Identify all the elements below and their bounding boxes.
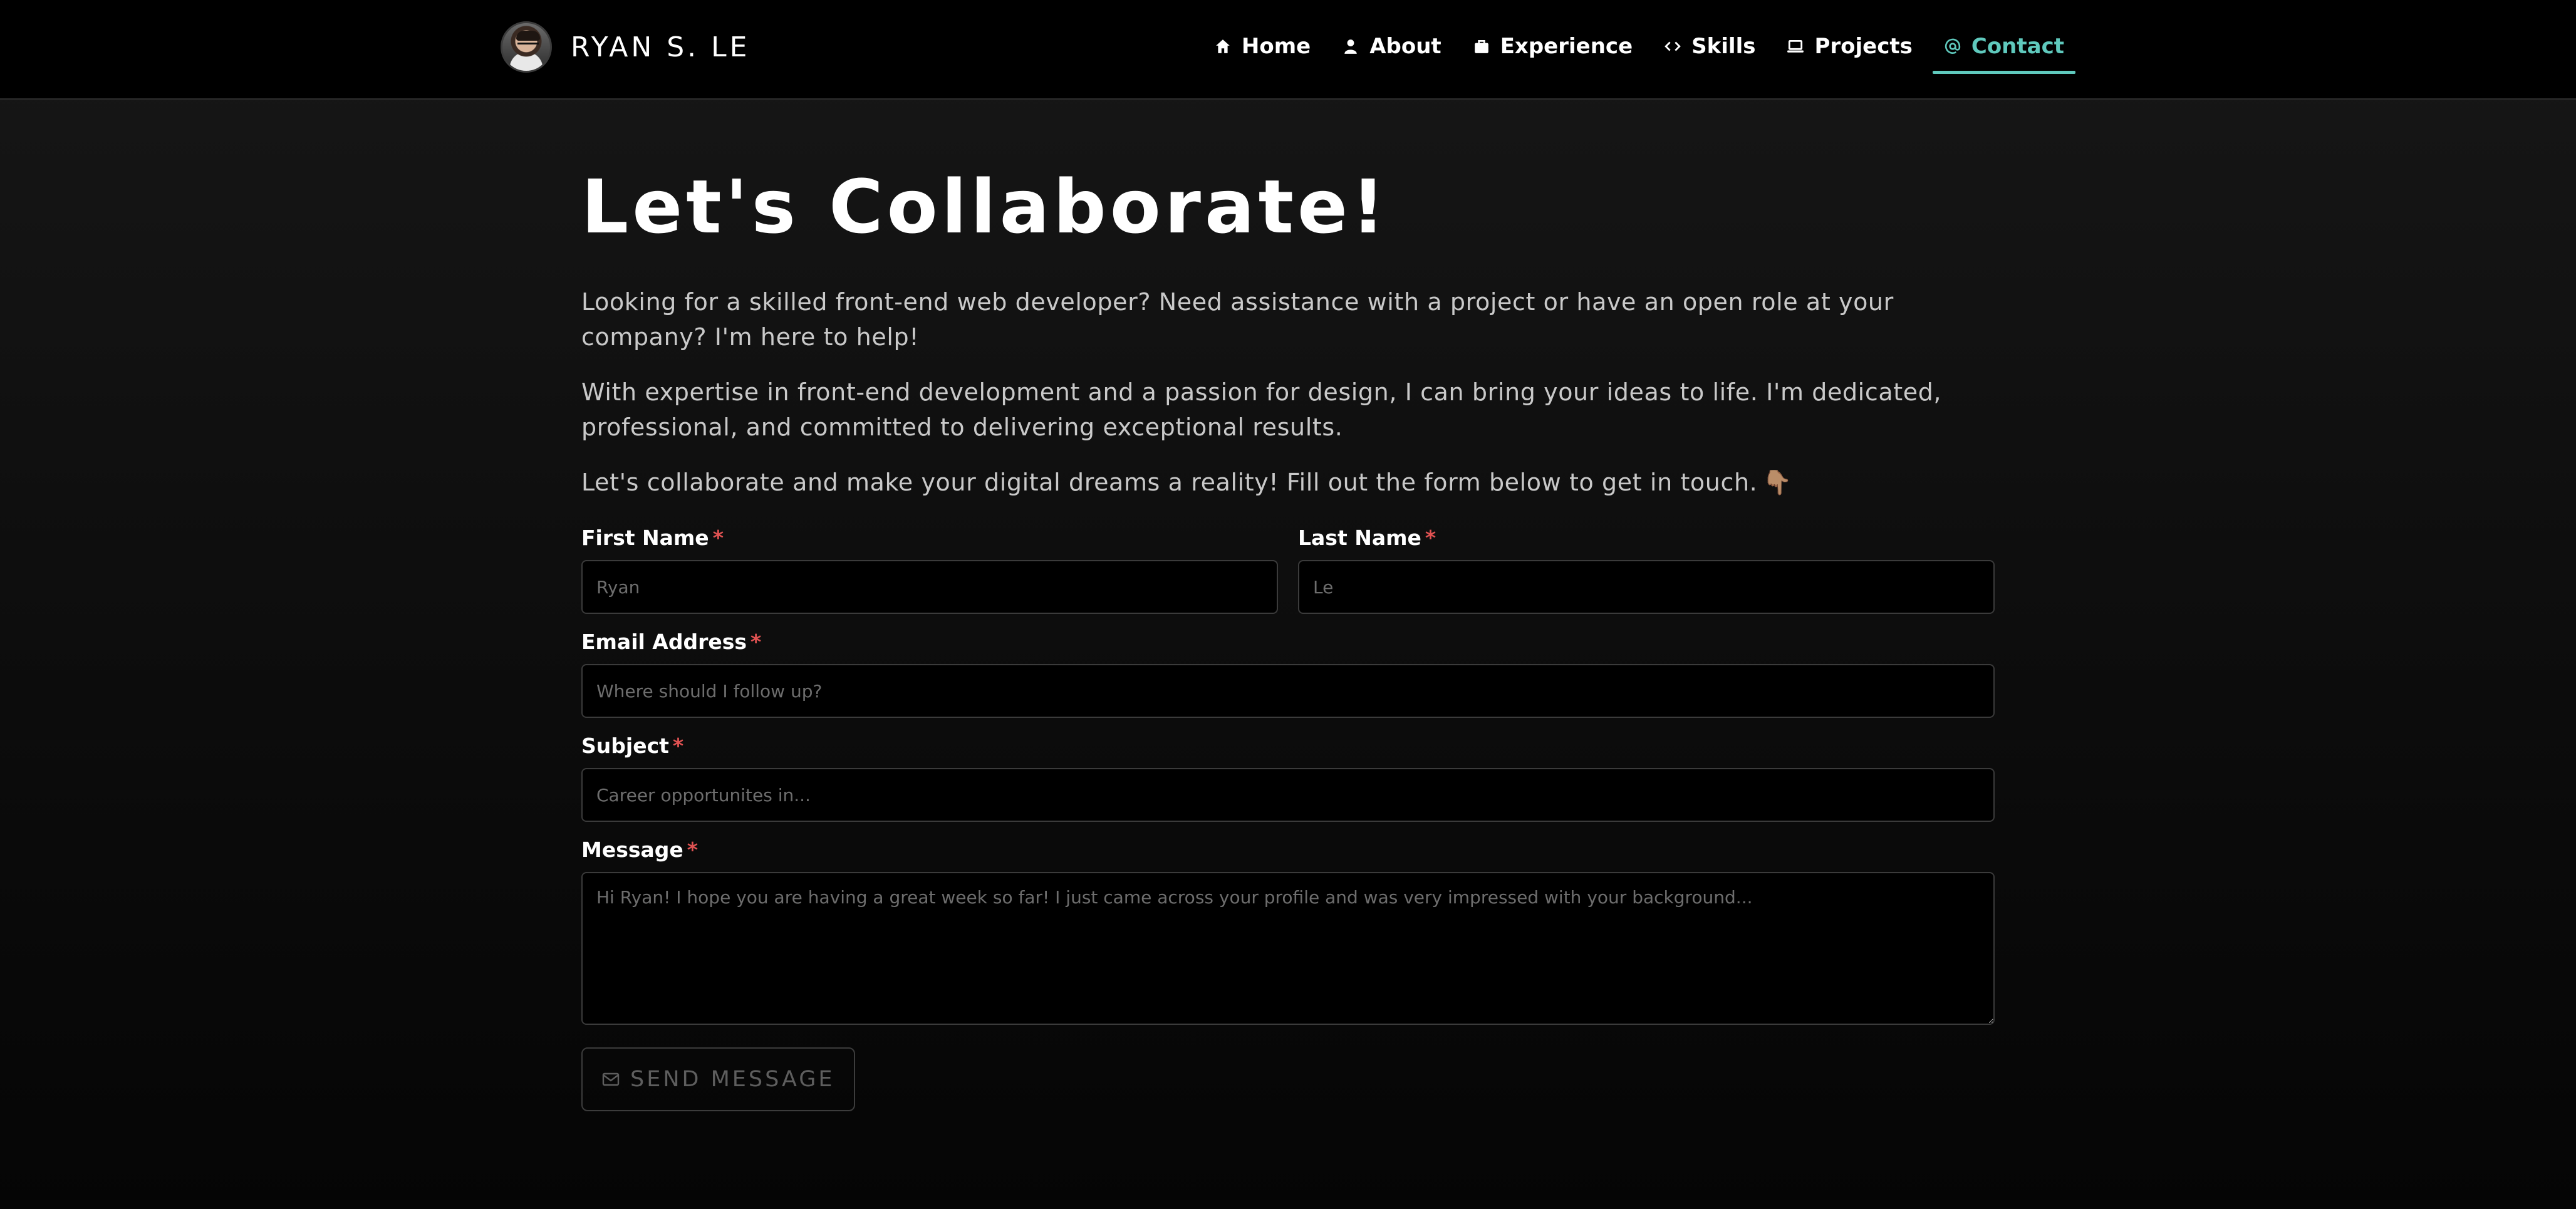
subject-label: Subject * bbox=[581, 734, 684, 758]
first-name-input[interactable] bbox=[581, 560, 1278, 614]
contact-form: First Name* Last Name* Email Address* Su… bbox=[581, 524, 1995, 1111]
intro-paragraph-3: Let's collaborate and make your digital … bbox=[581, 465, 1995, 500]
intro-paragraph-3-text: Let's collaborate and make your digital … bbox=[581, 469, 1758, 496]
send-message-label: SEND MESSAGE bbox=[630, 1067, 835, 1092]
required-marker: * bbox=[687, 838, 699, 862]
last-name-label: Last Name * bbox=[1298, 526, 1436, 550]
message-label: Message * bbox=[581, 838, 699, 862]
nav-links: Home About Experience Skills Projects Co… bbox=[1194, 19, 2076, 74]
contact-section: Let's Collaborate! Looking for a skilled… bbox=[581, 157, 1995, 1111]
nav-label: Skills bbox=[1691, 34, 1756, 59]
first-name-label: First Name * bbox=[581, 526, 724, 550]
name-row: First Name* Last Name* bbox=[581, 524, 1995, 628]
nav-label: Contact bbox=[1971, 34, 2064, 59]
brand-name: RYAN S. LE bbox=[571, 31, 750, 63]
pointing-down-emoji: 👇🏽 bbox=[1762, 469, 1793, 496]
code-icon bbox=[1664, 38, 1681, 55]
send-message-button[interactable]: SEND MESSAGE bbox=[581, 1047, 855, 1111]
email-label: Email Address * bbox=[581, 630, 762, 654]
laptop-icon bbox=[1787, 38, 1804, 55]
nav-label: About bbox=[1369, 34, 1441, 59]
top-navbar: RYAN S. LE Home About Experience Skills … bbox=[0, 0, 2576, 100]
nav-item-skills[interactable]: Skills bbox=[1653, 19, 1767, 74]
message-textarea[interactable] bbox=[581, 872, 1995, 1025]
last-name-group: Last Name * bbox=[1298, 524, 1995, 614]
nav-item-experience[interactable]: Experience bbox=[1462, 19, 1644, 74]
nav-item-projects[interactable]: Projects bbox=[1775, 19, 1923, 74]
nav-item-contact[interactable]: Contact bbox=[1932, 19, 2076, 74]
required-marker: * bbox=[750, 630, 762, 654]
at-icon bbox=[1944, 38, 1961, 55]
required-marker: * bbox=[712, 526, 724, 550]
envelope-icon bbox=[601, 1070, 620, 1089]
email-group: Email Address * bbox=[581, 628, 1995, 718]
first-name-group: First Name * bbox=[581, 524, 1278, 614]
required-marker: * bbox=[672, 734, 684, 758]
contact-page: RYAN S. LE Home About Experience Skills … bbox=[0, 0, 2576, 1209]
avatar bbox=[501, 21, 552, 73]
brand[interactable]: RYAN S. LE bbox=[501, 21, 750, 73]
nav-label: Projects bbox=[1814, 34, 1913, 59]
subject-group: Subject * bbox=[581, 732, 1995, 822]
subject-input[interactable] bbox=[581, 768, 1995, 822]
nav-label: Home bbox=[1241, 34, 1311, 59]
email-input[interactable] bbox=[581, 664, 1995, 718]
intro-paragraph-2: With expertise in front-end development … bbox=[581, 378, 1942, 441]
page-title: Let's Collaborate! bbox=[581, 163, 1389, 250]
nav-label: Experience bbox=[1500, 34, 1633, 59]
required-marker: * bbox=[1425, 526, 1436, 550]
message-group: Message * bbox=[581, 836, 1995, 1027]
last-name-input[interactable] bbox=[1298, 560, 1995, 614]
person-icon bbox=[1342, 38, 1359, 55]
home-icon bbox=[1214, 38, 1232, 55]
intro-paragraph-1: Looking for a skilled front-end web deve… bbox=[581, 288, 1894, 351]
briefcase-icon bbox=[1473, 38, 1490, 55]
nav-item-home[interactable]: Home bbox=[1203, 19, 1322, 74]
nav-item-about[interactable]: About bbox=[1331, 19, 1452, 74]
